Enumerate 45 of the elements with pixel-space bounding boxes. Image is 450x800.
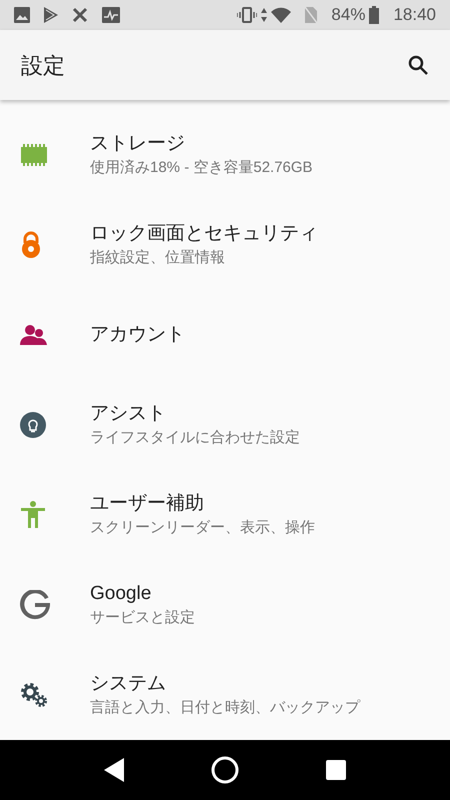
clock: 18:40 <box>393 4 436 26</box>
wifi-icon <box>271 7 292 23</box>
lightbulb-icon <box>20 412 46 438</box>
play-store-icon <box>44 7 58 23</box>
recents-button[interactable] <box>326 760 346 780</box>
search-icon <box>408 55 428 75</box>
item-subtitle: 使用済み18% - 空き容量52.76GB <box>90 158 313 178</box>
screen-title: 設定 <box>21 52 65 80</box>
back-icon <box>104 758 124 782</box>
settings-item[interactable]: アカウント <box>0 290 450 380</box>
memory-chip-icon <box>20 143 48 167</box>
home-button[interactable] <box>210 756 239 784</box>
item-subtitle: 指紋設定、位置情報 <box>90 248 226 268</box>
data-arrows-icon <box>261 8 268 22</box>
gears-icon <box>20 682 48 708</box>
item-title: アカウント <box>90 323 185 347</box>
accessibility-icon <box>20 501 46 529</box>
item-title: Google <box>90 582 152 606</box>
lock-icon <box>20 231 42 259</box>
item-subtitle: 言語と入力、日付と時刻、バックアップ <box>90 698 360 718</box>
image-icon <box>14 7 30 23</box>
recents-icon <box>326 760 346 780</box>
item-title: ユーザー補助 <box>90 492 205 516</box>
item-subtitle: ライフスタイルに合わせた設定 <box>90 428 300 448</box>
settings-item[interactable]: Google サービスと設定 <box>0 560 450 650</box>
item-title: ストレージ <box>90 132 186 156</box>
item-title: アシスト <box>90 402 167 426</box>
g-logo-icon <box>20 590 50 620</box>
battery-percentage: 84% <box>331 4 366 26</box>
people-icon <box>20 324 48 346</box>
battery-icon <box>369 6 380 24</box>
pulse-icon <box>102 7 120 23</box>
settings-item[interactable]: アシスト ライフスタイルに合わせた設定 <box>0 380 450 470</box>
item-title: ロック画面とセキュリティ <box>90 222 318 246</box>
settings-item[interactable]: システム 言語と入力、日付と時刻、バックアップ <box>0 650 450 740</box>
settings-item[interactable]: ユーザー補助 スクリーンリーダー、表示、操作 <box>0 470 450 560</box>
settings-item[interactable]: ストレージ 使用済み18% - 空き容量52.76GB <box>0 110 450 200</box>
item-title: システム <box>90 672 167 696</box>
settings-item[interactable]: ロック画面とセキュリティ 指紋設定、位置情報 <box>0 200 450 290</box>
vibrate-icon <box>237 7 258 23</box>
back-button[interactable] <box>104 758 124 782</box>
item-subtitle: サービスと設定 <box>90 608 195 628</box>
item-subtitle: スクリーンリーダー、表示、操作 <box>90 518 315 538</box>
home-icon <box>210 756 239 784</box>
no-sim-icon <box>305 7 318 23</box>
